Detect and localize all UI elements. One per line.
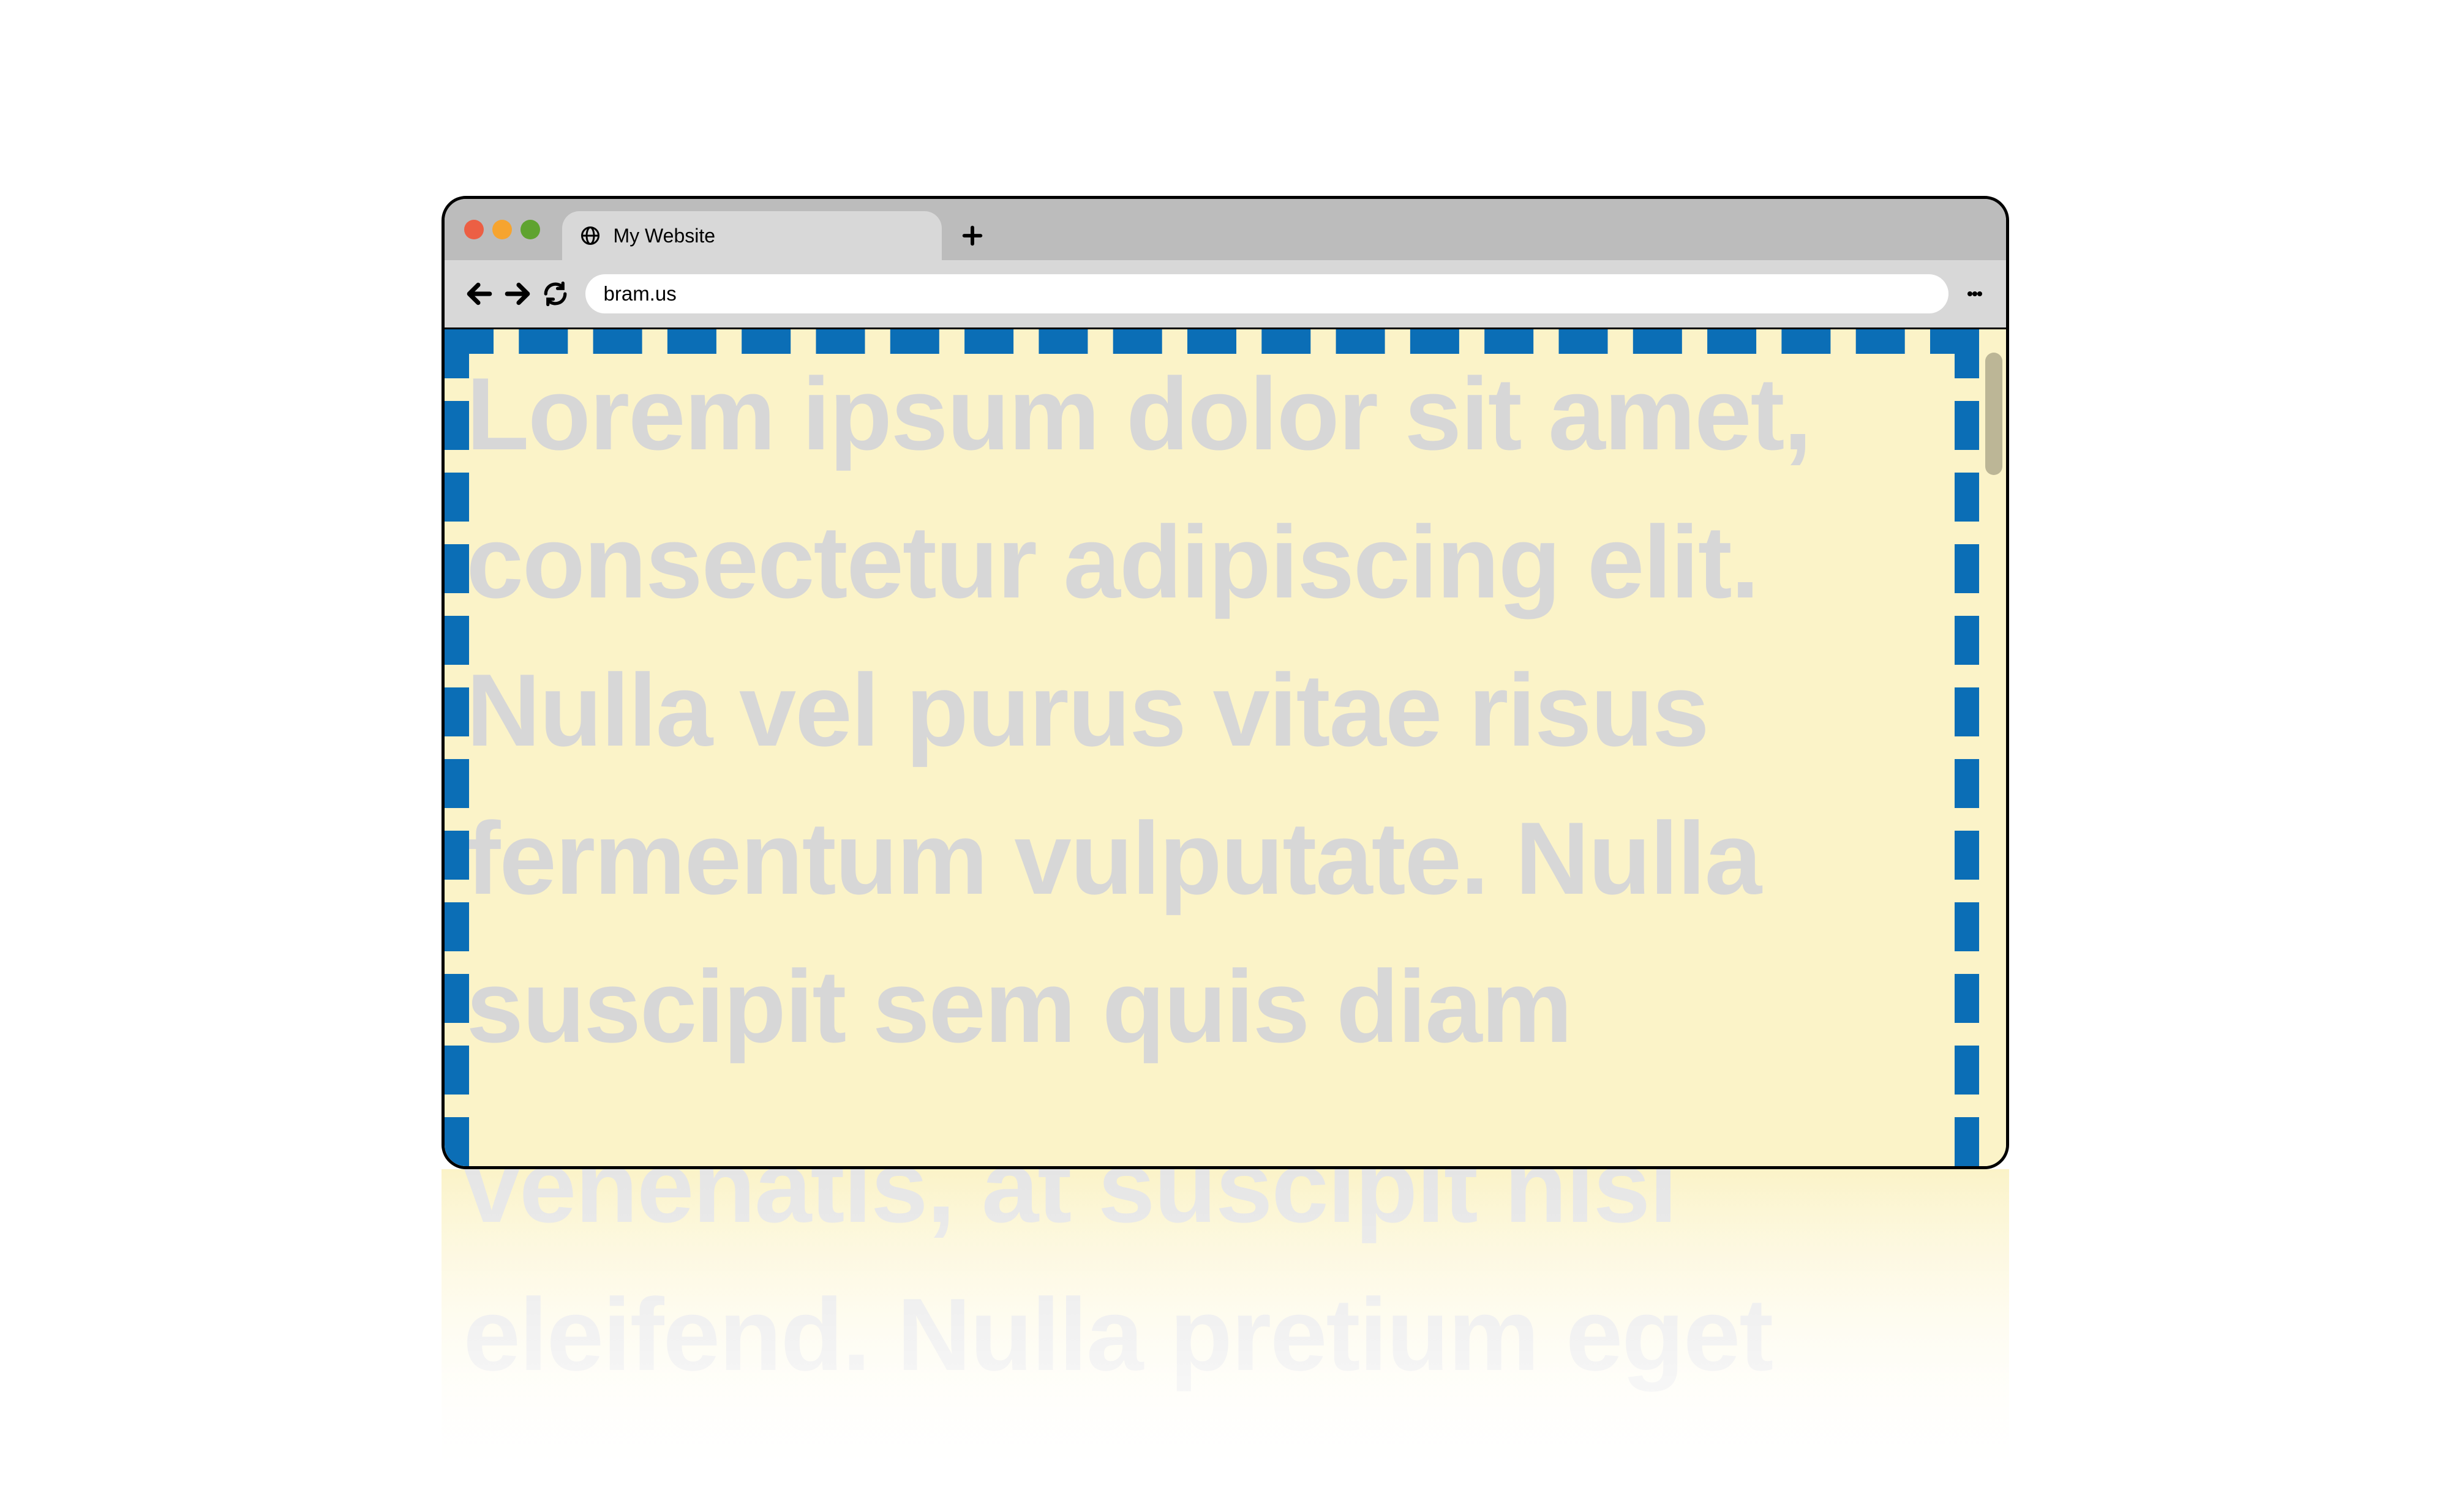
tab-title: My Website (614, 225, 716, 247)
overflow-reflection: venenatis, at suscipit nisl eleifend. Nu… (442, 1169, 2009, 1512)
window-close-button[interactable] (464, 220, 484, 239)
globe-icon (579, 225, 601, 247)
dots-vertical-icon (1967, 291, 1972, 296)
browser-toolbar (445, 260, 2006, 327)
page-viewport: Lorem ipsum dolor sit amet, consectetur … (445, 327, 2006, 1166)
tab-strip: My Website (445, 199, 2006, 260)
back-button[interactable] (460, 275, 498, 313)
new-tab-button[interactable] (954, 217, 991, 254)
scrollbar-thumb[interactable] (1985, 353, 2002, 475)
window-controls (464, 220, 562, 260)
browser-window: My Website (442, 196, 2009, 1169)
window-zoom-button[interactable] (520, 220, 540, 239)
body-text: Lorem ipsum dolor sit amet, consectetur … (467, 340, 1969, 1081)
window-minimize-button[interactable] (492, 220, 512, 239)
address-input[interactable] (604, 282, 1948, 305)
address-bar[interactable] (585, 274, 1948, 313)
browser-tab[interactable]: My Website (562, 211, 942, 260)
kebab-menu-button[interactable] (1960, 275, 1990, 313)
forward-button[interactable] (498, 275, 536, 313)
reload-button[interactable] (536, 275, 574, 313)
